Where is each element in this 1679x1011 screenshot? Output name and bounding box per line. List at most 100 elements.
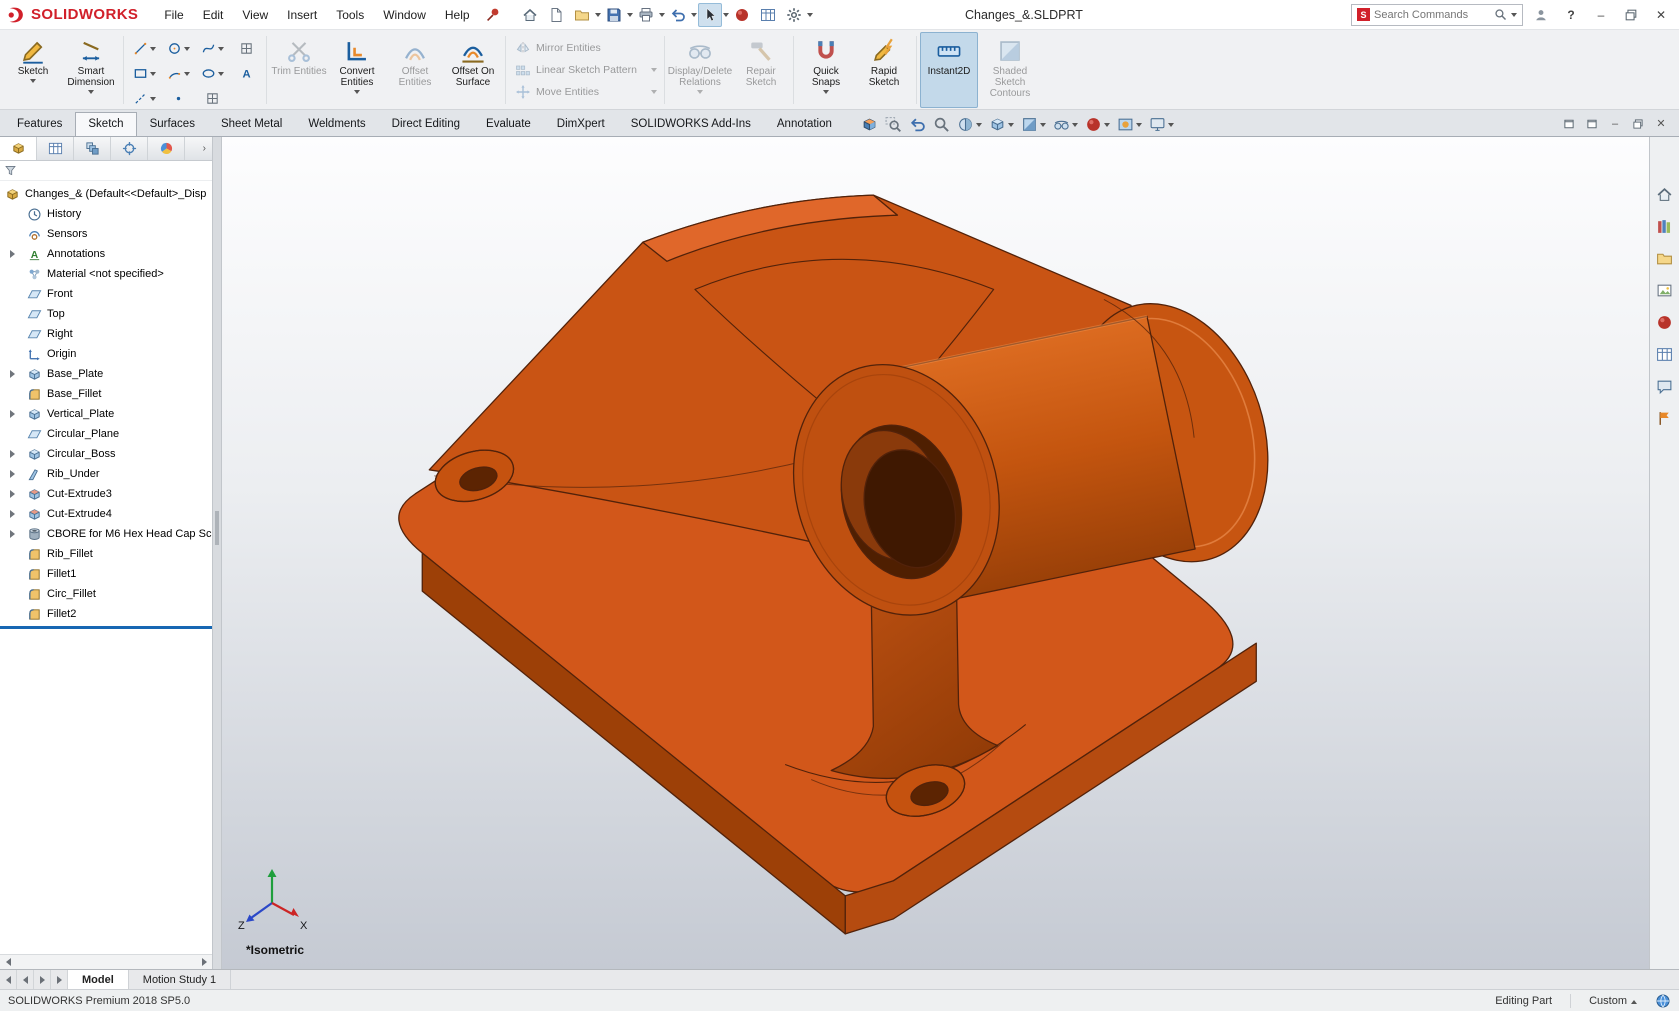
menu-help[interactable]: Help [436,3,479,27]
undo-dropdown[interactable] [691,13,697,17]
edit-appearance-dropdown[interactable] [1104,123,1110,127]
hide-show-items-dropdown[interactable] [1072,123,1078,127]
settings-button[interactable] [782,3,806,27]
view-orientation-dropdown[interactable] [1008,123,1014,127]
smart-dimension-button[interactable]: Smart Dimension [62,32,120,108]
display-style-button[interactable] [1021,116,1046,133]
expand-arrow-icon[interactable] [10,470,15,478]
line-tool-dropdown[interactable] [150,47,156,51]
spline-tool-dropdown[interactable] [218,47,224,51]
component-button[interactable] [730,3,754,27]
quick-snaps-button[interactable]: Quick Snaps [797,32,855,108]
tab-weldments[interactable]: Weldments [295,112,378,136]
tree-item-vertical-plate[interactable]: Vertical_Plate [0,404,212,424]
rollback-bar[interactable] [0,626,212,629]
dimxpertmanager-tab[interactable] [111,137,148,160]
view-settings-dropdown[interactable] [1168,123,1174,127]
expand-arrow-icon[interactable] [10,450,15,458]
tree-item-fillet2[interactable]: Fillet2 [0,604,212,624]
view-settings-button[interactable] [1149,116,1174,133]
tree-item-fillet1[interactable]: Fillet1 [0,564,212,584]
text-tool-button[interactable] [229,61,263,86]
select-button[interactable] [698,3,722,27]
tree-item-cut-extrude3[interactable]: Cut-Extrude3 [0,484,212,504]
centerline-tool-button[interactable] [127,86,161,111]
tree-item-right-plane[interactable]: Right [0,324,212,344]
arc-tool-dropdown[interactable] [184,72,190,76]
hide-show-items-button[interactable] [1053,116,1078,133]
magnify-button[interactable] [933,116,950,133]
view-palette-button[interactable] [1654,279,1676,301]
display-delete-relations-button[interactable]: Display/Delete Relations [668,32,732,108]
tree-item-rib-under[interactable]: Rib_Under [0,464,212,484]
custom-properties-button[interactable] [1654,343,1676,365]
help-button[interactable]: ? [1559,4,1583,26]
rectangle-tool-dropdown[interactable] [150,72,156,76]
splitter-grip[interactable] [215,511,219,545]
pattern-grid-tool-button[interactable] [229,36,263,61]
tree-item-circ-fillet[interactable]: Circ_Fillet [0,584,212,604]
minimize-button[interactable]: – [1589,4,1613,26]
ellipse-tool-button[interactable] [195,61,229,86]
expand-arrow-icon[interactable] [10,410,15,418]
smart-dimension-dropdown[interactable] [88,90,94,94]
displaymanager-tab[interactable] [148,137,185,160]
circle-tool-dropdown[interactable] [184,47,190,51]
tree-item-sensors[interactable]: Sensors [0,224,212,244]
units-selector[interactable]: Custom [1589,995,1637,1007]
tree-item-annotations[interactable]: Annotations [0,244,212,264]
tree-item-rib-fillet[interactable]: Rib_Fillet [0,544,212,564]
zoom-to-fit-button[interactable] [861,116,878,133]
print-button[interactable] [634,3,658,27]
tree-horizontal-scrollbar[interactable] [0,954,212,969]
apply-scene-dropdown[interactable] [1136,123,1142,127]
search-input[interactable] [1374,9,1490,21]
tree-item-front-plane[interactable]: Front [0,284,212,304]
open-dropdown[interactable] [595,13,601,17]
doc-restore-button[interactable] [1628,115,1648,132]
line-tool-button[interactable] [127,36,161,61]
doc-minimize-button[interactable]: – [1605,115,1625,132]
tree-item-circular-boss[interactable]: Circular_Boss [0,444,212,464]
expand-arrow-icon[interactable] [10,510,15,518]
doc-window-left-button[interactable] [1559,115,1579,132]
tree-item-root[interactable]: Changes_& (Default<<Default>_Disp [0,184,212,204]
pin-menu-button[interactable] [481,3,505,27]
close-button[interactable]: ✕ [1649,4,1673,26]
convert-entities-button[interactable]: Convert Entities [328,32,386,108]
undo-button[interactable] [666,3,690,27]
file-explorer-button[interactable] [1654,247,1676,269]
display-delete-relations-dropdown[interactable] [697,90,703,94]
user-account-button[interactable] [1529,4,1553,26]
convert-entities-dropdown[interactable] [354,90,360,94]
instant2d-button[interactable]: Instant2D [920,32,978,108]
repair-sketch-button[interactable]: Repair Sketch [732,32,790,108]
tab-features[interactable]: Features [4,112,75,136]
home-button[interactable] [518,3,542,27]
view-orientation-button[interactable] [989,116,1014,133]
sketch-button[interactable]: Sketch [4,32,62,108]
tab-annotation[interactable]: Annotation [764,112,845,136]
offset-entities-button[interactable]: Offset Entities [386,32,444,108]
settings-dropdown[interactable] [807,13,813,17]
tab-evaluate[interactable]: Evaluate [473,112,544,136]
expand-arrow-icon[interactable] [10,250,15,258]
tab-scroll-first-button[interactable] [0,970,17,989]
edit-appearance-button[interactable] [1085,116,1110,133]
panel-splitter[interactable] [213,137,222,969]
apply-scene-button[interactable] [1117,116,1142,133]
tree-item-history[interactable]: History [0,204,212,224]
linear-sketch-pattern-button[interactable]: Linear Sketch Pattern [515,62,657,78]
quick-snaps-dropdown[interactable] [823,90,829,94]
print-dropdown[interactable] [659,13,665,17]
doc-window-right-button[interactable] [1582,115,1602,132]
move-entities-button[interactable]: Move Entities [515,84,657,100]
tab-sketch[interactable]: Sketch [75,112,136,136]
tree-item-material[interactable]: Material <not specified> [0,264,212,284]
tree-item-cut-extrude4[interactable]: Cut-Extrude4 [0,504,212,524]
tree-item-circular-plane[interactable]: Circular_Plane [0,424,212,444]
tab-solidworks-add-ins[interactable]: SOLIDWORKS Add-Ins [618,112,764,136]
expand-arrow-icon[interactable] [10,530,15,538]
resources-home-button[interactable] [1654,183,1676,205]
circle-tool-button[interactable] [161,36,195,61]
